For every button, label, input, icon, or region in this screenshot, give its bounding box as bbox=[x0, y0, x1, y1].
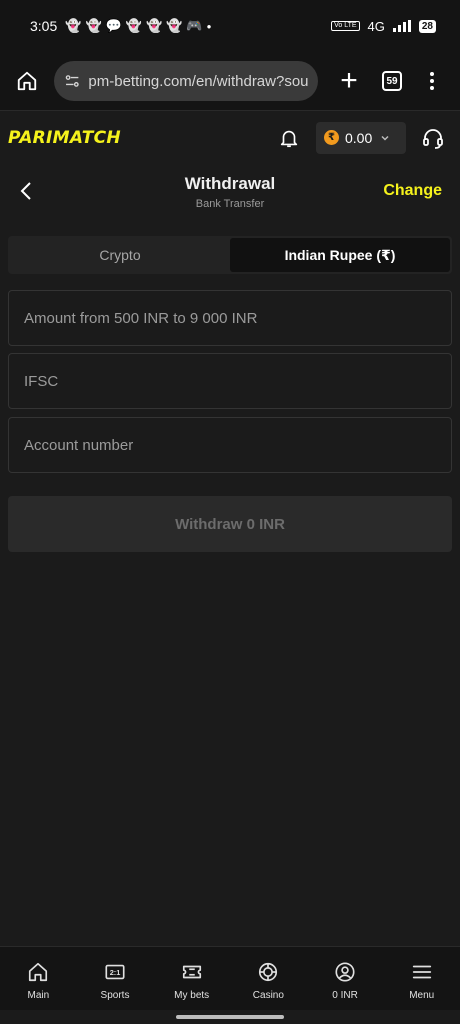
app-header: PARIMATCH ₹ 0.00 bbox=[0, 110, 460, 164]
ticket-icon bbox=[180, 960, 204, 984]
nav-item-main[interactable]: Main bbox=[0, 947, 77, 1010]
bell-icon bbox=[280, 130, 298, 147]
status-time: 3:05 bbox=[30, 18, 58, 34]
volte-icon: Vo LTE bbox=[331, 21, 360, 31]
site-settings-icon[interactable] bbox=[64, 72, 80, 90]
parimatch-logo[interactable]: PARIMATCH bbox=[8, 128, 121, 148]
support-button[interactable] bbox=[418, 123, 448, 153]
amount-field[interactable] bbox=[8, 290, 452, 346]
new-tab-button[interactable]: + bbox=[334, 66, 364, 96]
snapchat-icon: 👻 bbox=[146, 18, 163, 33]
snapchat-icon: 👻 bbox=[166, 18, 183, 33]
nav-item-my-bets[interactable]: My bets bbox=[153, 947, 230, 1010]
status-bar: 3:05 👻 👻 💬 👻 👻 👻 🎮 ● Vo LTE 4G 28 bbox=[0, 0, 460, 52]
withdraw-button[interactable]: Withdraw 0 INR bbox=[8, 496, 452, 552]
menu-icon bbox=[410, 960, 434, 984]
ifsc-field[interactable] bbox=[8, 353, 452, 409]
notification-icons: 👻 👻 💬 👻 👻 👻 🎮 ● bbox=[65, 18, 211, 34]
status-right: Vo LTE 4G 28 bbox=[331, 19, 436, 34]
nav-label: My bets bbox=[174, 990, 210, 1001]
svg-text:2:1: 2:1 bbox=[110, 968, 121, 977]
home-icon bbox=[26, 960, 50, 984]
signal-icon bbox=[392, 20, 411, 32]
nav-label: Casino bbox=[252, 990, 284, 1001]
ifsc-input[interactable] bbox=[24, 372, 436, 390]
browser-home-button[interactable] bbox=[12, 66, 42, 96]
tab-switcher-button[interactable]: 59 bbox=[382, 71, 402, 91]
user-icon bbox=[333, 960, 357, 984]
snapchat-icon: 👻 bbox=[65, 18, 82, 33]
headset-icon bbox=[423, 128, 443, 149]
home-icon bbox=[17, 71, 37, 91]
home-indicator[interactable] bbox=[176, 1015, 284, 1019]
account-number-field[interactable] bbox=[8, 417, 452, 473]
snapchat-icon: 👻 bbox=[85, 18, 102, 33]
chat-icon: 💬 bbox=[105, 18, 122, 33]
address-bar[interactable]: pm-betting.com/en/withdraw?source bbox=[54, 61, 318, 101]
account-number-input[interactable] bbox=[24, 436, 436, 454]
snapchat-icon: 👻 bbox=[125, 18, 142, 33]
amount-input[interactable] bbox=[24, 309, 436, 327]
chip-icon bbox=[256, 960, 280, 984]
dot-icon: ● bbox=[206, 21, 212, 31]
notifications-button[interactable] bbox=[274, 123, 304, 153]
nav-item-account[interactable]: 0 INR bbox=[307, 947, 384, 1010]
nav-item-menu[interactable]: Menu bbox=[383, 947, 460, 1010]
bottom-nav: Main 2:1 Sports My bets Casino 0 INR Men… bbox=[0, 946, 460, 1010]
page-header: Withdrawal Bank Transfer Change bbox=[0, 164, 460, 222]
nav-label: Sports bbox=[100, 990, 130, 1001]
game-icon: 🎮 bbox=[186, 18, 203, 33]
balance-dropdown[interactable]: ₹ 0.00 bbox=[316, 121, 406, 154]
nav-label: 0 INR bbox=[332, 990, 358, 1001]
balance-amount: 0.00 bbox=[345, 129, 373, 146]
sports-icon: 2:1 bbox=[103, 960, 127, 984]
browser-menu-button[interactable] bbox=[430, 72, 434, 90]
url-text[interactable]: pm-betting.com/en/withdraw?source bbox=[88, 73, 308, 90]
rupee-coin-icon: ₹ bbox=[324, 130, 339, 145]
chevron-left-icon bbox=[20, 182, 31, 200]
network-type: 4G bbox=[367, 18, 385, 34]
nav-label: Menu bbox=[409, 990, 435, 1001]
currency-toggle: Crypto Indian Rupee (₹) bbox=[8, 236, 452, 274]
browser-toolbar: pm-betting.com/en/withdraw?source + 59 bbox=[0, 52, 460, 110]
tab-crypto[interactable]: Crypto bbox=[10, 238, 230, 272]
nav-item-casino[interactable]: Casino bbox=[230, 947, 307, 1010]
tab-indian-rupee[interactable]: Indian Rupee (₹) bbox=[230, 238, 450, 272]
battery-icon: 28 bbox=[418, 19, 436, 33]
back-button[interactable] bbox=[14, 178, 38, 204]
nav-label: Main bbox=[27, 990, 50, 1001]
chevron-down-icon bbox=[381, 135, 389, 141]
change-method-button[interactable]: Change bbox=[383, 182, 442, 200]
nav-item-sports[interactable]: 2:1 Sports bbox=[77, 947, 154, 1010]
